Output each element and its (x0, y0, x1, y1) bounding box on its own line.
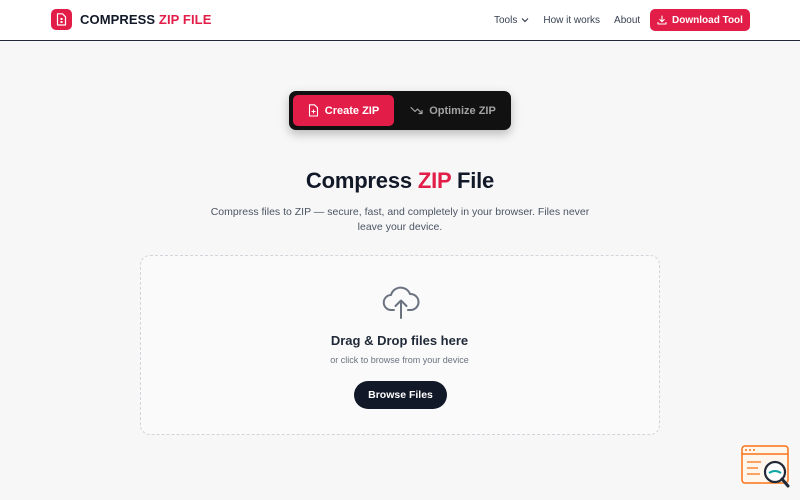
file-dropzone[interactable]: Drag & Drop files here or click to brows… (140, 255, 660, 435)
file-plus-icon (308, 104, 318, 117)
nav-item-label: How it works (543, 14, 601, 26)
page-subtitle: Compress files to ZIP — secure, fast, an… (210, 206, 590, 233)
nav-item-label: About (614, 14, 641, 26)
logo-text: COMPRESS ZIP FILE (80, 12, 212, 27)
main-nav: Tools How it works About (494, 0, 640, 40)
help-widget[interactable] (741, 445, 791, 490)
download-icon (657, 15, 667, 25)
tab-create-zip[interactable]: Create ZIP (293, 95, 394, 126)
tab-optimize-zip[interactable]: Optimize ZIP (401, 95, 505, 126)
logo-text-accent: ZIP FILE (158, 12, 212, 27)
logo[interactable]: COMPRESS ZIP FILE (51, 9, 212, 30)
header: COMPRESS ZIP FILE Tools How it works Abo… (0, 0, 800, 41)
file-zip-icon (51, 9, 72, 30)
help-widget-icon (741, 445, 790, 488)
page-title-accent: ZIP (417, 168, 452, 193)
download-tool-button[interactable]: Download Tool (650, 9, 750, 31)
nav-item-tools[interactable]: Tools (494, 15, 529, 26)
tab-create-zip-label: Create ZIP (324, 104, 380, 117)
trending-down-icon (410, 106, 423, 115)
logo-text-main: COMPRESS (80, 12, 156, 27)
nav-item-how-it-works[interactable]: How it works (543, 15, 600, 26)
dropzone-subtitle: or click to browse from your device (330, 355, 469, 365)
chevron-down-icon (521, 18, 529, 23)
nav-item-label: Tools (494, 14, 518, 26)
page-title-end: File (456, 168, 495, 193)
download-tool-label: Download Tool (672, 14, 743, 26)
nav-item-about[interactable]: About (614, 15, 640, 26)
browse-files-button[interactable]: Browse Files (354, 381, 447, 409)
page-title: Compress ZIP File (0, 168, 800, 194)
dropzone-title: Drag & Drop files here (330, 333, 469, 348)
cloud-upload-icon (382, 286, 420, 319)
mode-tabs: Create ZIP Optimize ZIP (289, 91, 511, 130)
page-title-start: Compress (305, 168, 412, 193)
tab-optimize-zip-label: Optimize ZIP (429, 104, 496, 117)
